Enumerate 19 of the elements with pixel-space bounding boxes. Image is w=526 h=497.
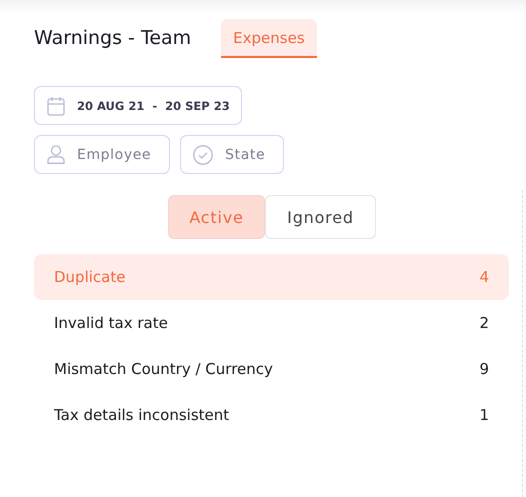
warning-count: 9 [479,360,489,378]
segment-toggle[interactable]: Ignored [265,195,376,239]
check-circle-icon [193,144,214,164]
warning-label: Mismatch Country / Currency [54,360,273,378]
employee-filter-button[interactable]: Employee [34,135,170,174]
warning-count: 4 [479,268,489,286]
warning-list-item[interactable]: Tax details inconsistent 1 [34,392,509,438]
date-range-button[interactable]: 20 AUG 21 - 20 SEP 23 [34,86,242,125]
warning-label: Duplicate [54,268,126,286]
warning-list-item[interactable]: Mismatch Country / Currency 9 [34,346,509,392]
state-filter-button[interactable]: State [180,135,284,174]
warning-label: Invalid tax rate [54,314,168,332]
warning-label: Tax details inconsistent [54,406,230,424]
calendar-icon [47,96,65,116]
warning-list-item[interactable]: Invalid tax rate 2 [34,300,509,346]
warning-count: 2 [479,314,489,332]
warning-count: 1 [479,406,489,424]
person-icon [47,145,65,164]
page-title: Warnings - Team [34,27,192,49]
